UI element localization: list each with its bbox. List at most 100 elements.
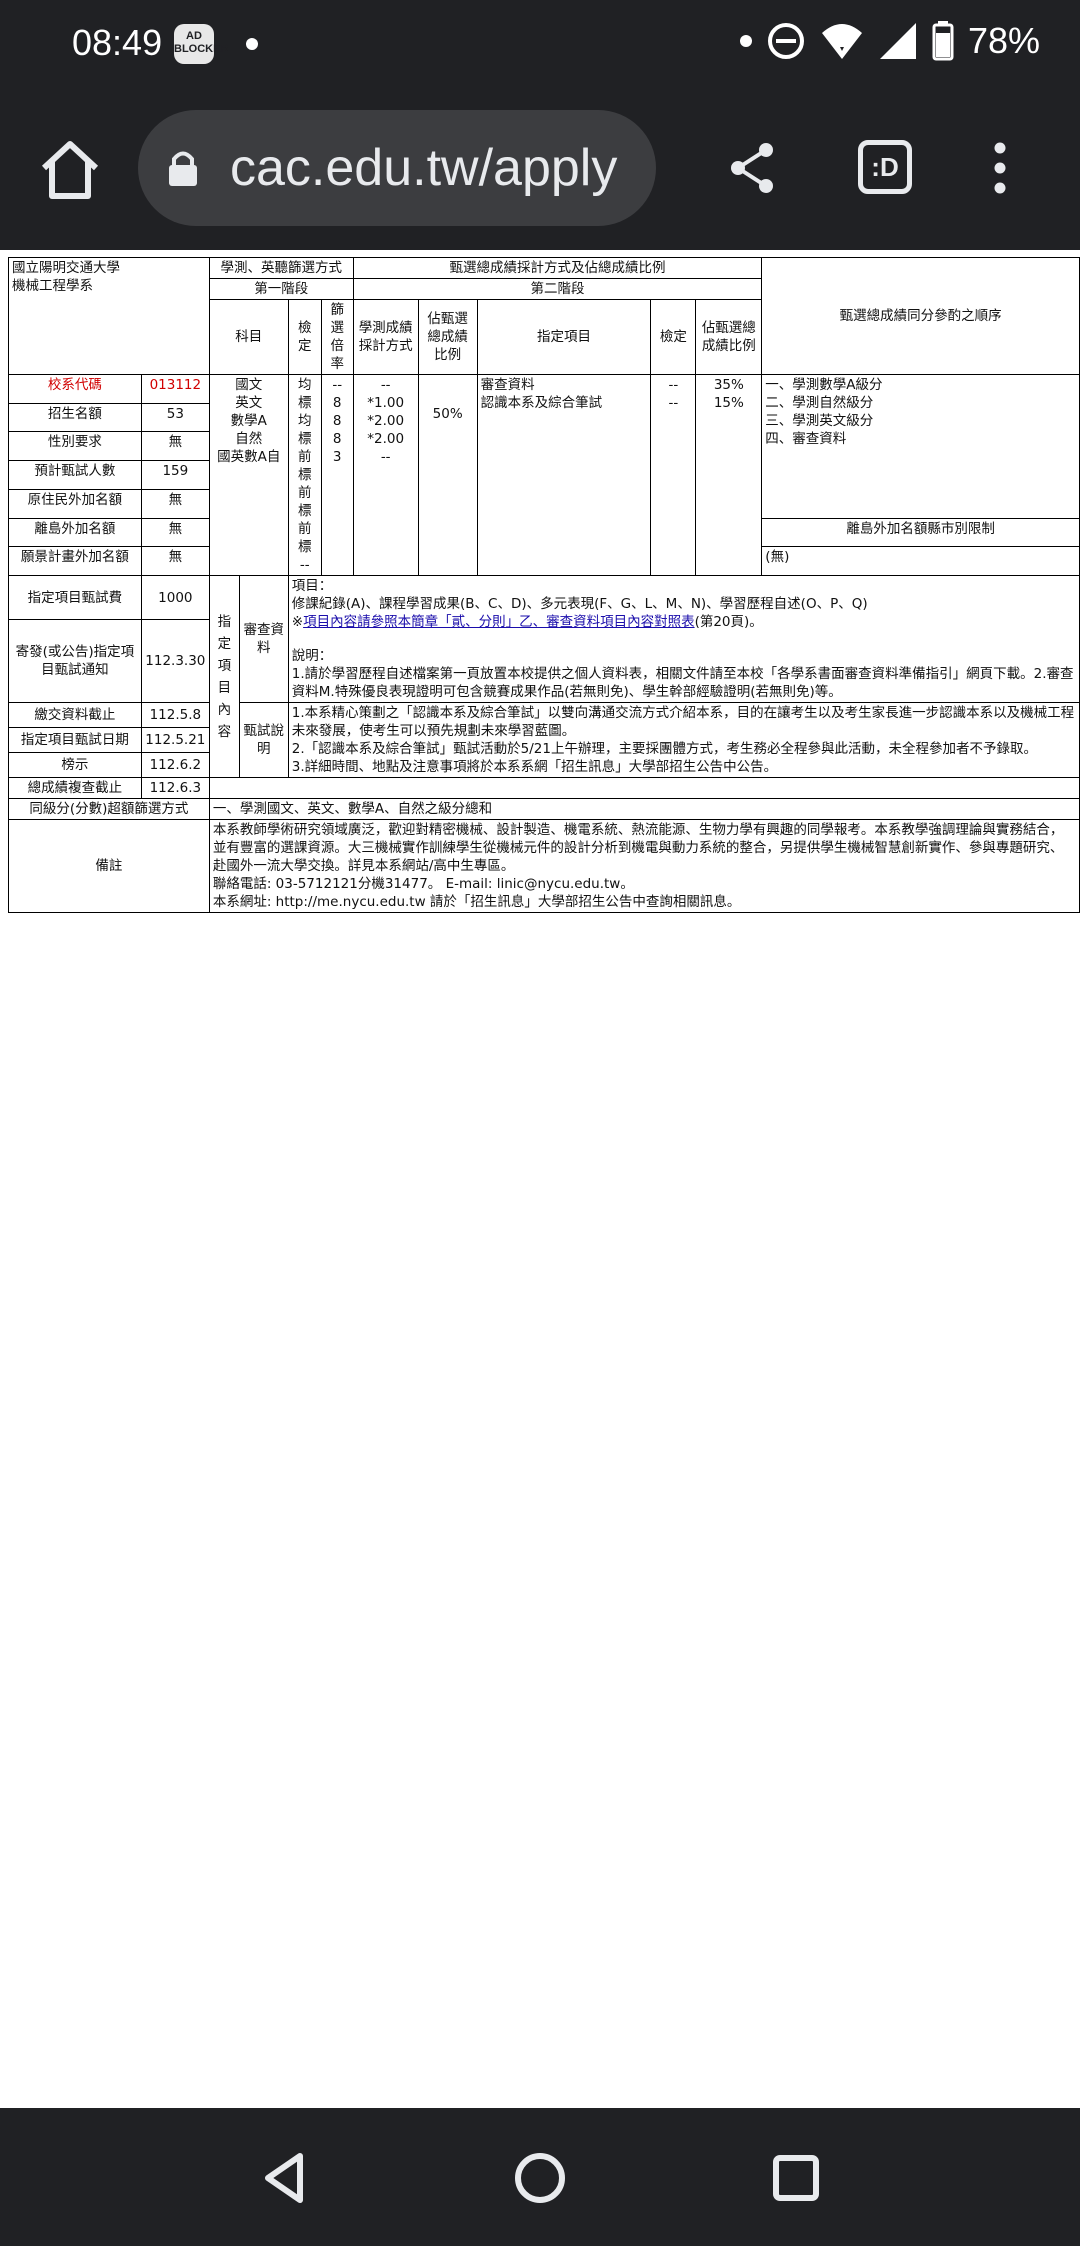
ratio-value: 8 [332,395,342,411]
date-label: 榜示 [8,752,142,778]
exam-label: 甄試說明 [238,702,289,778]
method-share: 50% [417,374,478,576]
back-icon[interactable] [256,2148,316,2208]
method-header: 學測成績採計方式 [352,299,419,375]
home-nav-icon[interactable] [510,2148,570,2208]
date-label: 繳交資料截止 [8,702,142,728]
method-value: *2.00 [367,413,405,429]
tie-order-item: 一、學測數學A級分 [765,377,883,393]
check-list: 均標 均標 前標 前標 前標 -- [287,374,322,576]
method-value: -- [380,449,391,465]
info-value: 無 [140,546,210,576]
info-label: 校系代碼 [8,374,142,404]
item-share-header: 佔甄選總成績比例 [695,299,763,375]
info-label: 性別要求 [8,431,142,462]
do-not-disturb-icon [767,23,804,59]
home-icon[interactable] [34,134,106,206]
remarks-label: 備註 [8,819,210,913]
item-share-list: 35% 15% [695,374,763,576]
ratio-header: 篩選倍率 [320,299,354,375]
item-check-list: -- -- [650,374,697,576]
date-value: 112.6.2 [140,752,210,778]
remarks-line: 本系教師學術研究領域廣泛，歡迎對精密機械、設計製造、機電系統、熱流能源、生物力學… [212,822,1064,874]
url-bar[interactable]: cac.edu.tw/apply [138,110,656,226]
date-label: 指定項目甄試日期 [8,727,142,753]
adblocker-icon: AD BLOCKER [174,24,228,64]
exam-note: 3.詳細時間、地點及注意事項將於本系系網「招生訊息」大學部招生公告中公告。 [291,759,778,775]
review-items-link[interactable]: 項目內容請參照本簡章「貳、分則」乙、審查資料項目內容對照表 [303,614,695,630]
ratio-list: -- 8 8 8 3 [320,374,354,576]
more-menu-icon[interactable] [990,140,1010,196]
method-value: -- [380,377,391,393]
tie-order-item: 三、學測英文級分 [765,413,874,429]
info-label: 離島外加名額 [8,517,142,548]
content-vertical-label: 指定項目內容 [208,575,240,778]
school-name: 國立陽明交通大學 [12,260,120,276]
status-bar: 08:49 AD BLOCKER 78% [0,0,1080,90]
tie-excess-value: 一、學測國文、英文、數學A、自然之級分總和 [208,798,1080,820]
item-list: 審查資料 認識本系及綜合筆試 [476,374,652,576]
tie-excess-label: 同級分(分數)超額篩選方式 [8,798,210,820]
recents-icon[interactable] [766,2148,826,2208]
ratio-value: 3 [332,449,342,465]
notification-dot-icon [246,38,258,50]
system-nav-bar [0,2108,1080,2246]
date-value: 112.5.21 [140,727,210,753]
status-time: 08:49 [72,22,163,63]
date-label: 寄發(或公告)指定項目甄試通知 [8,619,142,703]
review-link-line: ※項目內容請參照本簡章「貳、分則」乙、審查資料項目內容對照表(第20頁)。 [292,613,1076,631]
stage2-header: 第二階段 [352,278,763,300]
info-value: 159 [140,460,210,490]
check-value: 均標 [298,377,312,411]
method-list: -- *1.00 *2.00 *2.00 -- [352,374,419,576]
subject-list: 國文 英文 數學A 自然 國英數A自 [208,374,289,576]
review-items-title: 項目： [291,578,333,594]
check-value: 前標 [298,449,312,483]
school-cell: 國立陽明交通大學 機械工程學系 [8,257,210,375]
remarks-content: 本系教師學術研究領域廣泛，歡迎對精密機械、設計製造、機電系統、熱流能源、生物力學… [208,819,1080,913]
method-value: *2.00 [367,431,405,447]
review-link-page: (第20頁)。 [694,614,763,630]
info-label: 願景計畫外加名額 [8,546,142,576]
exam-notes: 1.本系精心策劃之「認識本系及綜合筆試」以雙向溝通交流方式介紹本系，目的在讓考生… [287,702,1080,778]
remarks-line: 聯絡電話: 03-5712121分機31477。 E-mail: linic@n… [212,876,634,892]
review-items: 修課紀錄(A)、課程學習成果(B、C、D)、多元表現(F、G、L、M、N)、學習… [291,596,868,612]
admission-table: 國立陽明交通大學 機械工程學系 學測、英聽篩選方式 甄選總成績採計方式及佔總成績… [8,257,1080,913]
subject: 數學A [230,413,267,429]
tie-order-item: 四、審查資料 [765,431,847,447]
subject-header: 科目 [208,299,289,375]
tab-switcher-button[interactable]: :D [858,140,912,194]
review-note: 1.請於學習歷程自述檔案第一頁放置本校提供之個人資料表，相關文件請至本校「各學系… [291,666,1074,700]
item-name: 審查資料 [480,377,535,393]
subject: 英文 [235,395,263,411]
date-value: 112.6.3 [140,777,210,799]
date-value: 112.5.8 [140,702,210,728]
check-value: 前標 [298,485,312,519]
check-header: 檢定 [287,299,322,375]
subject: 國英數A自 [217,449,281,465]
item-name: 認識本系及綜合筆試 [480,395,603,411]
stage2-title: 甄選總成績採計方式及佔總成績比例 [352,257,763,279]
info-row: 校系代碼 013112 國文 英文 數學A 自然 國英數A自 均標 均標 前標 … [8,374,1080,576]
info-value: 53 [140,402,210,433]
date-label: 總成績複查截止 [8,777,142,799]
url-text: cac.edu.tw/apply [230,139,618,197]
review-content: 項目： 修課紀錄(A)、課程學習成果(B、C、D)、多元表現(F、G、L、M、N… [287,575,1080,703]
remarks-line: 本系網址: http://me.nycu.edu.tw 請於「招生訊息」大學部招… [212,894,741,910]
info-label: 原住民外加名額 [8,488,142,519]
info-value: 無 [140,431,210,462]
subject: 自然 [235,431,263,447]
signal-icon [879,23,916,59]
browser-toolbar: cac.edu.tw/apply :D [0,90,1080,250]
share-icon[interactable] [724,140,780,196]
share-header: 佔甄選總成績比例 [417,299,478,375]
exam-note: 1.本系精心策劃之「認識本系及綜合筆試」以雙向溝通交流方式介紹本系，目的在讓考生… [291,705,1075,739]
ratio-value: -- [332,377,343,393]
ratio-value: 8 [332,431,342,447]
info-label: 預計甄試人數 [8,460,142,490]
blank-cell [208,777,1080,799]
review-label: 審查資料 [238,575,289,703]
method-value: *1.00 [367,395,405,411]
check-value: 前標 [298,521,312,555]
